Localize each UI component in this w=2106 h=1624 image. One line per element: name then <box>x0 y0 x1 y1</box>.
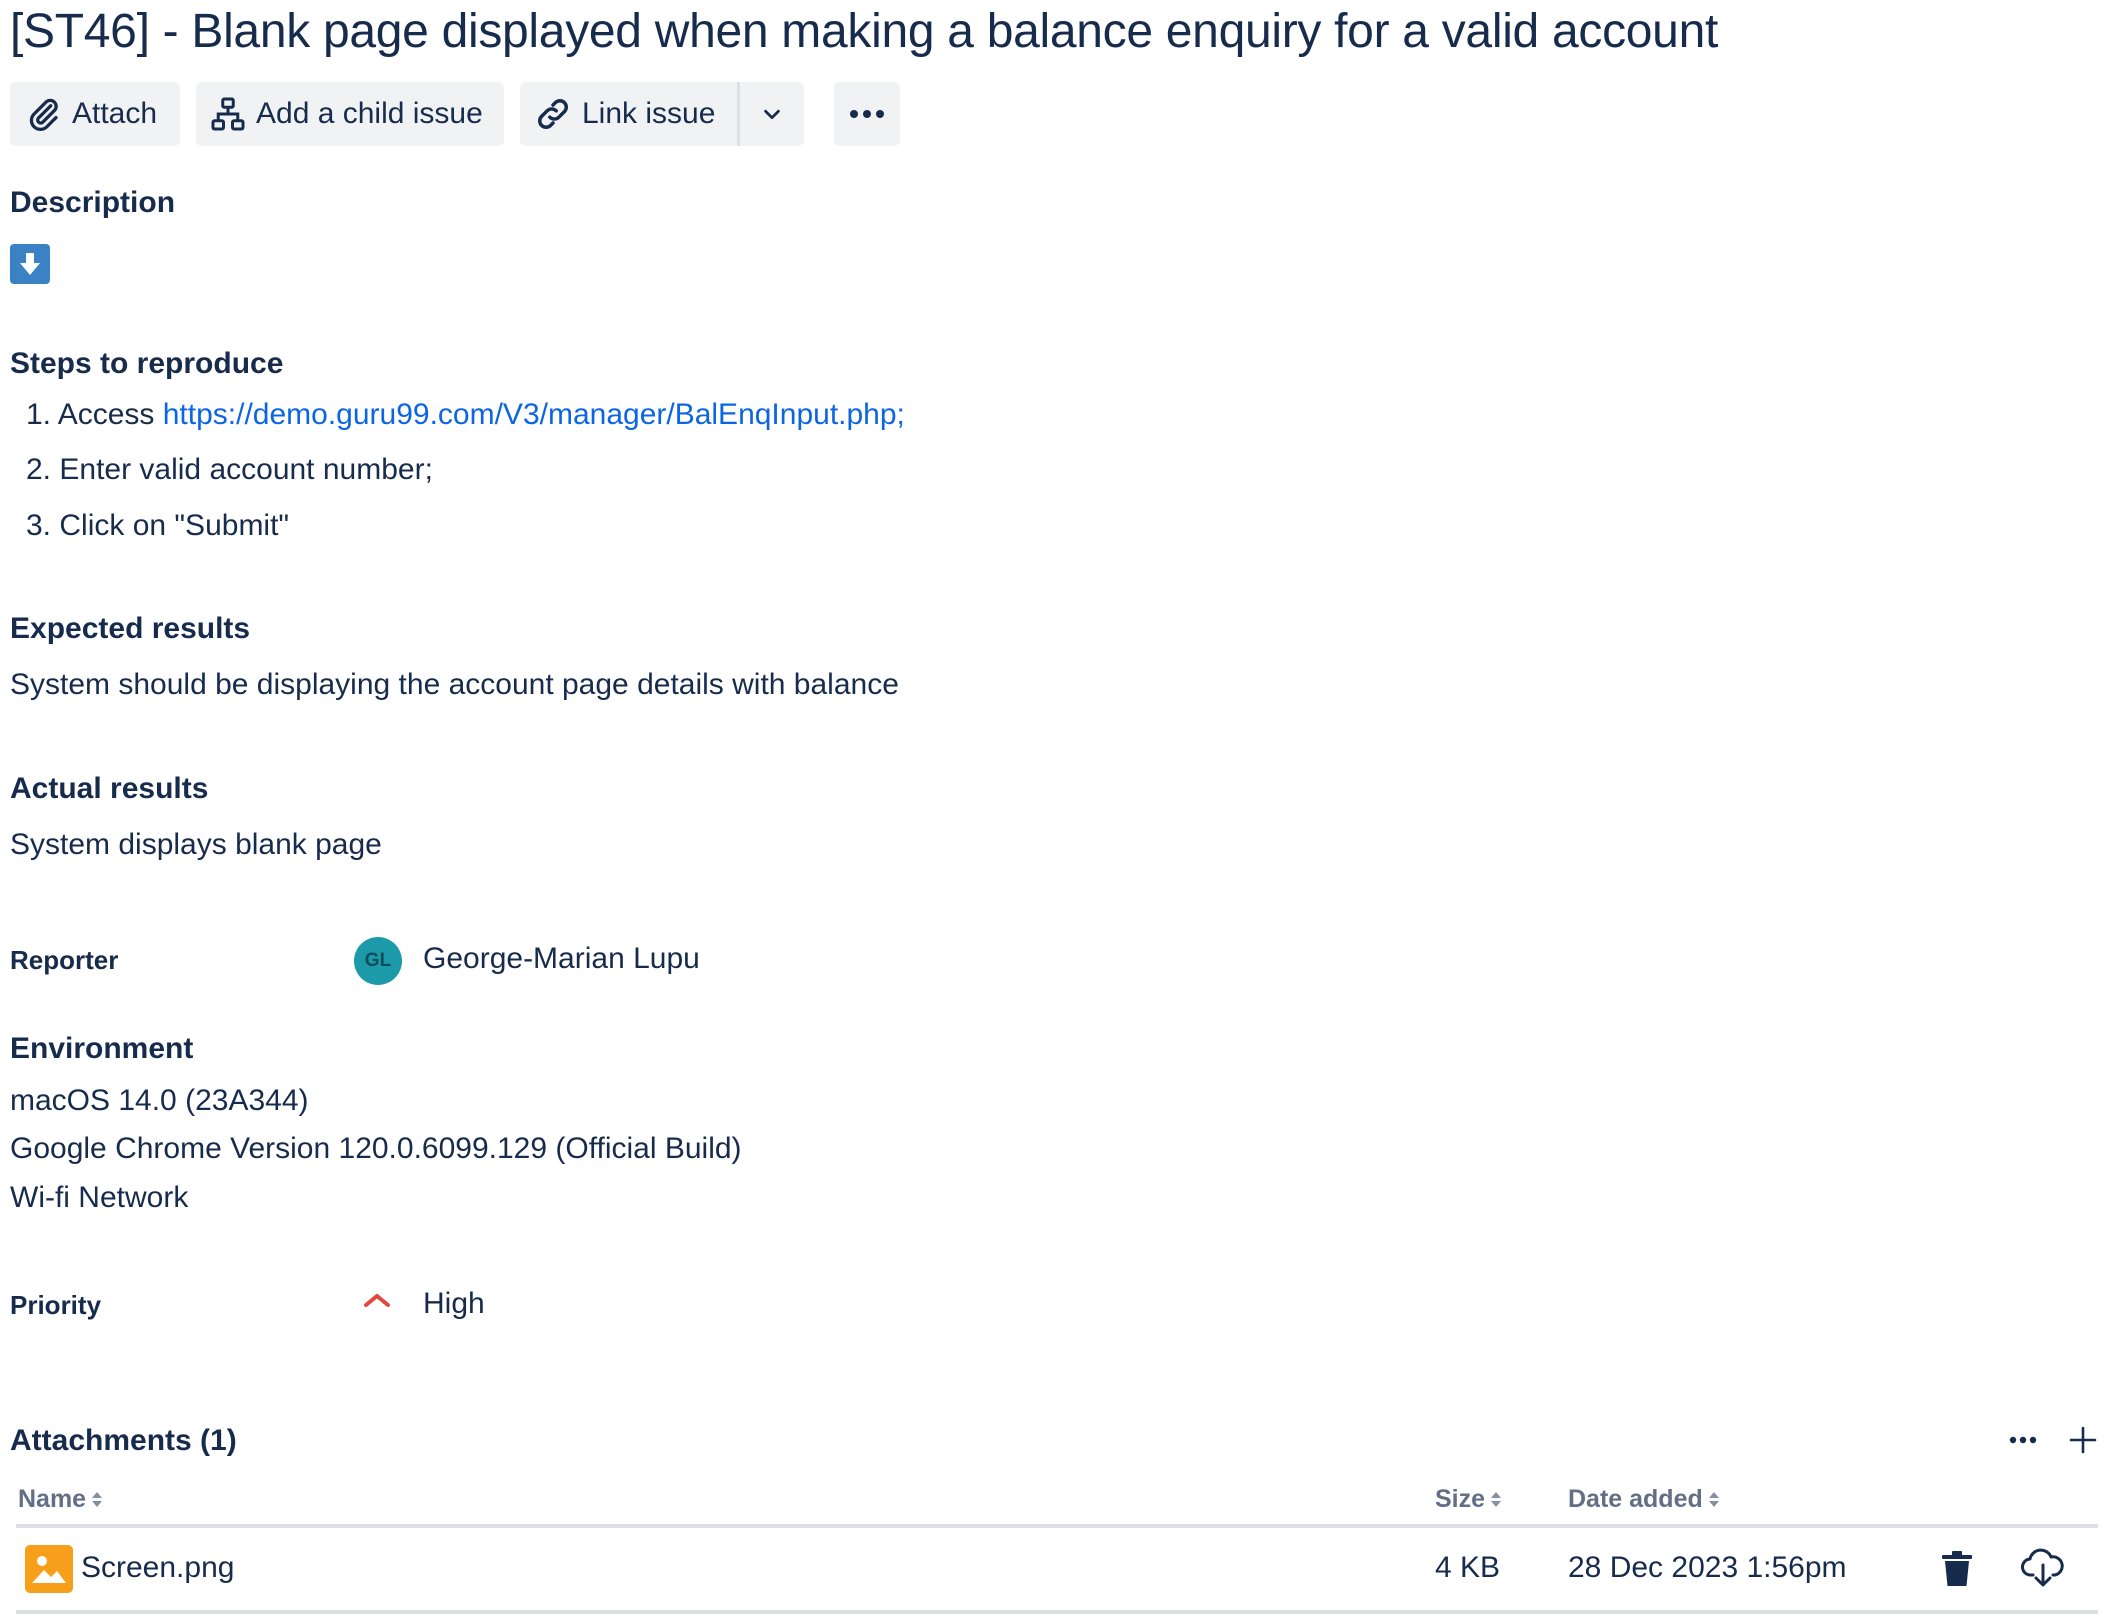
more-actions-button[interactable] <box>834 82 900 146</box>
environment-heading: Environment <box>10 1032 194 1065</box>
attach-label: Attach <box>72 97 158 130</box>
delete-icon[interactable] <box>1940 1550 1974 1588</box>
attachment-date: 28 Dec 2023 1:56pm <box>1568 1551 1847 1584</box>
reporter-name[interactable]: George-Marian Lupu <box>423 942 700 976</box>
steps-heading: Steps to reproduce <box>10 347 284 380</box>
environment-line: Google Chrome Version 120.0.6099.129 (Of… <box>10 1132 742 1165</box>
expected-results-text: System should be displaying the account … <box>10 668 899 701</box>
expected-results-heading: Expected results <box>10 612 251 645</box>
down-arrow-icon <box>10 244 50 284</box>
priority-label: Priority <box>10 1290 102 1320</box>
image-file-icon <box>25 1545 73 1593</box>
link-icon <box>538 99 568 129</box>
chevron-down-icon <box>764 109 780 120</box>
link-issue-dropdown-button[interactable] <box>740 82 804 146</box>
attach-button[interactable]: Attach <box>10 82 180 146</box>
issue-title[interactable]: [ST46] - Blank page displayed when makin… <box>10 2 1718 62</box>
more-icon <box>850 110 884 118</box>
attachments-heading: Attachments (1) <box>10 1424 237 1457</box>
environment-line: Wi-fi Network <box>10 1181 189 1214</box>
add-child-issue-label: Add a child issue <box>256 97 483 130</box>
attachment-name[interactable]: Screen.png <box>81 1551 234 1585</box>
link-issue-button[interactable]: Link issue <box>520 82 738 146</box>
priority-value[interactable]: High <box>423 1287 485 1321</box>
step-item-1: 1. Access https://demo.guru99.com/V3/man… <box>26 398 905 431</box>
add-child-issue-button[interactable]: Add a child issue <box>196 82 504 146</box>
table-row-divider <box>16 1610 2098 1614</box>
attachments-more-icon[interactable] <box>2008 1434 2038 1446</box>
hierarchy-icon <box>211 97 245 131</box>
actual-results-heading: Actual results <box>10 772 209 805</box>
priority-high-icon <box>364 1294 390 1307</box>
column-header-size[interactable]: Size <box>1435 1485 1502 1514</box>
step-item-3: 3. Click on "Submit" <box>26 509 290 542</box>
link-issue-label: Link issue <box>582 97 716 130</box>
avatar[interactable]: GL <box>354 937 402 985</box>
table-row[interactable]: Screen.png 4 KB 28 Dec 2023 1:56pm <box>16 1528 2098 1610</box>
add-attachment-icon[interactable] <box>2068 1425 2098 1455</box>
environment-line: macOS 14.0 (23A344) <box>10 1084 309 1117</box>
step-item-2: 2. Enter valid account number; <box>26 453 433 486</box>
attachment-size: 4 KB <box>1435 1551 1501 1584</box>
column-header-date[interactable]: Date added <box>1568 1485 1719 1514</box>
description-heading: Description <box>10 186 176 219</box>
paperclip-icon <box>29 98 58 132</box>
download-icon[interactable] <box>2021 1548 2065 1588</box>
reporter-label: Reporter <box>10 945 119 975</box>
step-link[interactable]: https://demo.guru99.com/V3/manager/BalEn… <box>163 398 905 431</box>
sort-icon <box>92 1491 103 1509</box>
actual-results-text: System displays blank page <box>10 828 382 861</box>
sort-icon <box>1708 1491 1719 1509</box>
sort-icon <box>1491 1491 1502 1509</box>
column-header-name[interactable]: Name <box>18 1485 103 1514</box>
